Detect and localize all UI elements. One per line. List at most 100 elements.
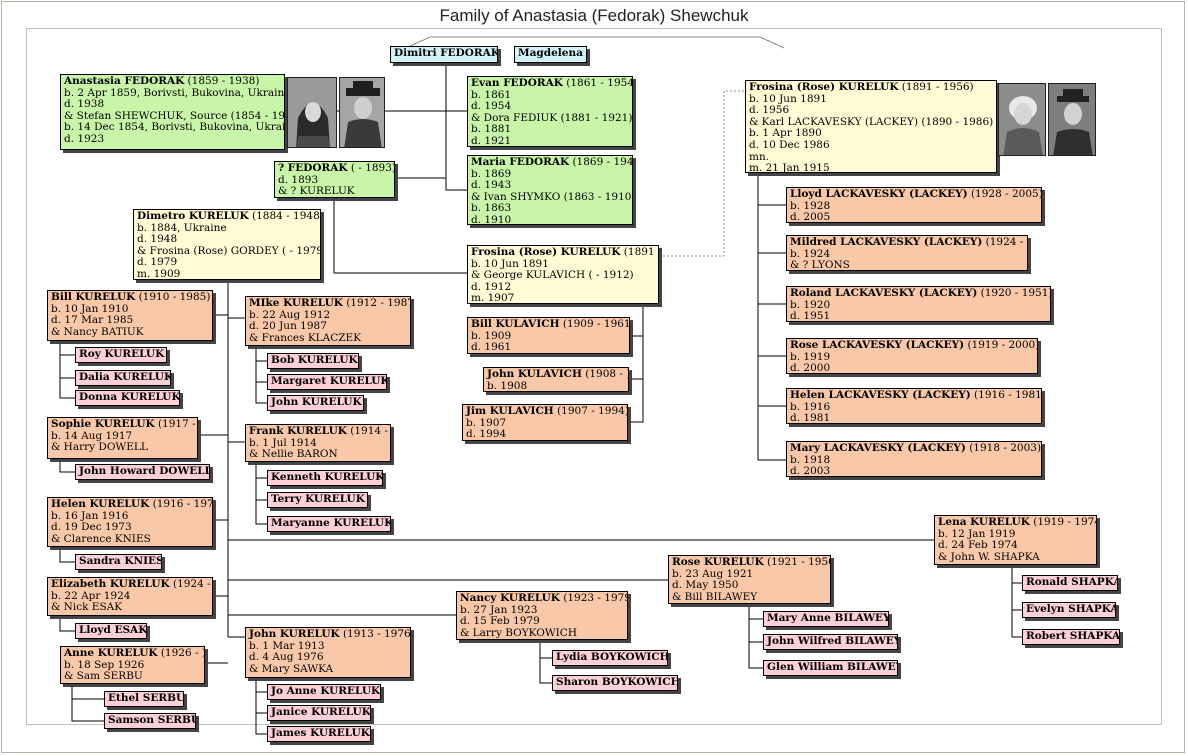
person-card[interactable]: Evan FEDORAK (1861 - 1954) b. 1861 d. 1954…	[467, 76, 633, 147]
person-card[interactable]: Rose LACKAVESKY (LACKEY) (1919 - 2000) b.…	[786, 338, 1038, 374]
person-card[interactable]: Roy KURELUK	[75, 347, 167, 363]
person-card[interactable]: Nancy KURELUK (1923 - 1979) b. 27 Jan 192…	[456, 591, 628, 640]
person-card[interactable]: Bob KURELUK	[267, 353, 359, 369]
person-card[interactable]: Lydia BOYKOWICH	[552, 650, 668, 666]
person-name: Frank KURELUK	[249, 425, 347, 437]
person-card[interactable]: Anne KURELUK (1926 - ) b. 18 Sep 1926 & Sa…	[60, 646, 205, 684]
person-card[interactable]: Mary Anne BILAWEY	[763, 611, 889, 627]
person-name: Margaret KURELUK	[271, 375, 387, 387]
person-card[interactable]: John Wilfred BILAWEY	[763, 634, 898, 650]
person-name: Jo Anne KURELUK	[271, 685, 381, 697]
person-card[interactable]: Evelyn SHAPKA	[1022, 602, 1116, 618]
person-card[interactable]: Rose KURELUK (1921 - 1950)b. 23 Aug 1921…	[668, 555, 831, 604]
person-detail: d. 1910	[471, 213, 512, 225]
person-detail: d. 1994	[466, 428, 507, 441]
person-detail: & Frances KLACZEK	[249, 331, 362, 344]
person-card[interactable]: Sandra KNIES	[75, 554, 162, 570]
person-name: Bill KULAVICH	[471, 318, 560, 330]
person-detail: d. 2000	[790, 362, 831, 374]
person-card[interactable]: Donna KURELUK	[75, 390, 180, 406]
person-heading: Ronald SHAPKA	[1026, 576, 1117, 589]
person-name: Evan FEDORAK	[471, 77, 563, 89]
person-dates: (1918 - 2003)	[965, 442, 1042, 454]
person-heading: Lydia BOYKOWICH	[556, 651, 667, 664]
person-card[interactable]: John Howard DOWELL	[75, 464, 210, 480]
person-name: Helen LACKAVESKY (LACKEY)	[790, 389, 971, 401]
person-card[interactable]: Helen LACKAVESKY (LACKEY) (1916 - 1981) b…	[786, 388, 1042, 424]
person-heading: Robert SHAPKA	[1026, 630, 1119, 643]
person-card[interactable]: Maryanne KURELUK	[267, 516, 391, 532]
person-card[interactable]: Mary LACKAVESKY (LACKEY) (1918 - 2003) b.…	[786, 441, 1042, 477]
person-card[interactable]: Elizabeth KURELUK (1924 - )b. 22 Apr 192…	[47, 577, 213, 616]
person-card[interactable]: Dalia KURELUK	[75, 370, 171, 386]
person-detail: & Nick ESAK	[51, 601, 123, 614]
person-detail: & Harry DOWELL	[51, 441, 148, 454]
person-name: Dalia KURELUK	[79, 371, 171, 383]
person-card[interactable]: James KURELUK	[267, 726, 371, 742]
person-name: Dimetro KURELUK	[137, 210, 249, 222]
person-card[interactable]: Bill KURELUK (1910 - 1985) b. 10 Jan 1910…	[47, 290, 213, 341]
person-card[interactable]: Terry KURELUK	[267, 492, 368, 508]
person-card[interactable]: Magdelena ?	[514, 46, 587, 63]
person-card[interactable]: Dimitri FEDORAK	[390, 46, 498, 63]
person-detail: d. 1951	[790, 310, 831, 322]
person-name: Jim KULAVICH	[466, 405, 554, 417]
person-card[interactable]: Lloyd LACKAVESKY (LACKEY) (1928 - 2005) b…	[786, 187, 1042, 223]
person-card[interactable]: Robert SHAPKA	[1022, 629, 1120, 645]
person-detail: & Bill BILAWEY	[672, 590, 758, 603]
person-card[interactable]: Dimetro KURELUK (1884 - 1948) b. 1884, Uk…	[133, 209, 321, 280]
person-name: John KULAVICH	[487, 368, 582, 380]
person-heading: John Howard DOWELL	[79, 465, 209, 478]
person-card[interactable]: Margaret KURELUK	[267, 374, 387, 390]
person-card[interactable]: Sophie KURELUK (1917 - )b. 14 Aug 1917& …	[47, 417, 198, 459]
person-detail: & ? KURELUK	[278, 185, 355, 198]
person-card[interactable]: Mildred LACKAVESKY (LACKEY) (1924 - ) b. …	[786, 235, 1028, 271]
person-heading: Lloyd ESAK	[79, 624, 146, 637]
person-card[interactable]: Anastasia FEDORAK (1859 - 1938) b. 2 Apr …	[60, 74, 285, 150]
person-detail: d. 10 Dec 1986	[749, 138, 830, 151]
person-dates: (1916 - 1981)	[970, 389, 1042, 401]
person-card[interactable]: Bill KULAVICH (1909 - 1961) b. 1909 d. 196…	[467, 317, 630, 354]
person-heading: Jo Anne KURELUK	[271, 685, 381, 698]
person-heading: Elizabeth KURELUK (1924 - )	[51, 578, 212, 591]
person-card[interactable]: Roland LACKAVESKY (LACKEY) (1920 - 1951)…	[786, 286, 1051, 322]
person-card[interactable]: Frosina (Rose) KURELUK (1891 - )b. 10 Ju…	[467, 245, 659, 304]
person-heading: Frosina (Rose) KURELUK (1891 - 1956)	[749, 81, 993, 94]
person-card[interactable]: Lena KURELUK (1919 - 1974)b. 12 Jan 1919…	[934, 515, 1097, 565]
person-card[interactable]: Ethel SERBU	[104, 691, 184, 707]
person-name: Bill KURELUK	[51, 291, 136, 303]
person-card[interactable]: Jim KULAVICH (1907 - 1994) b. 1907 d. 1994	[462, 404, 628, 441]
person-dates: (1907 - 1994)	[553, 405, 628, 417]
person-card[interactable]: Kenneth KURELUK	[267, 470, 383, 486]
person-card[interactable]: Glen William BILAWEY	[763, 660, 898, 676]
person-detail: m. 1909	[137, 267, 181, 280]
person-card[interactable]: Janice KURELUK	[267, 705, 371, 721]
person-card[interactable]: Maria FEDORAK (1869 - 1943)b. 1869d. 194…	[467, 155, 633, 225]
person-card[interactable]: ? FEDORAK ( - 1893) d. 1893 & ? KURELUK	[274, 161, 395, 198]
person-dates: (1891 - )	[623, 246, 658, 258]
person-card[interactable]: Frank KURELUK (1914 - ) b. 1 Jul 1914 & Ne…	[245, 424, 391, 462]
person-card[interactable]: Frosina (Rose) KURELUK (1891 - 1956) b. 1…	[745, 80, 997, 173]
person-card[interactable]: Sharon BOYKOWICH	[552, 675, 678, 691]
person-name: Frosina (Rose) KURELUK	[471, 246, 621, 258]
person-dates: (1884 - 1948)	[248, 210, 321, 222]
person-card[interactable]: John KURELUK	[267, 395, 364, 411]
person-card[interactable]: MIke KURELUK (1912 - 1987) b. 22 Aug 1912…	[245, 296, 411, 346]
person-card[interactable]: Helen KURELUK (1916 - 1973)b. 16 Jan 191…	[47, 497, 213, 547]
person-card[interactable]: Ronald SHAPKA	[1022, 575, 1118, 591]
person-heading: Evelyn SHAPKA	[1026, 603, 1115, 616]
person-card[interactable]: Jo Anne KURELUK	[267, 684, 381, 700]
person-heading: Janice KURELUK	[271, 706, 370, 719]
person-card[interactable]: John KURELUK (1913 - 1976) b. 1 Mar 1913 d…	[245, 627, 411, 678]
person-heading: Lloyd LACKAVESKY (LACKEY) (1928 - 2005)	[790, 188, 1041, 201]
person-card[interactable]: John KULAVICH (1908 - ) b. 1908	[483, 367, 629, 392]
person-card[interactable]: Samson SERBU	[104, 713, 196, 729]
person-heading: Glen William BILAWEY	[767, 661, 897, 674]
person-card[interactable]: Lloyd ESAK	[75, 623, 147, 639]
person-name: Elizabeth KURELUK	[51, 578, 170, 590]
portrait-photo	[1048, 83, 1096, 156]
person-dates: (1869 - 1943)	[572, 156, 633, 168]
person-name: Roland LACKAVESKY (LACKEY)	[790, 287, 978, 299]
person-name: ? FEDORAK	[278, 162, 348, 174]
person-name: MIke KURELUK	[249, 297, 343, 309]
